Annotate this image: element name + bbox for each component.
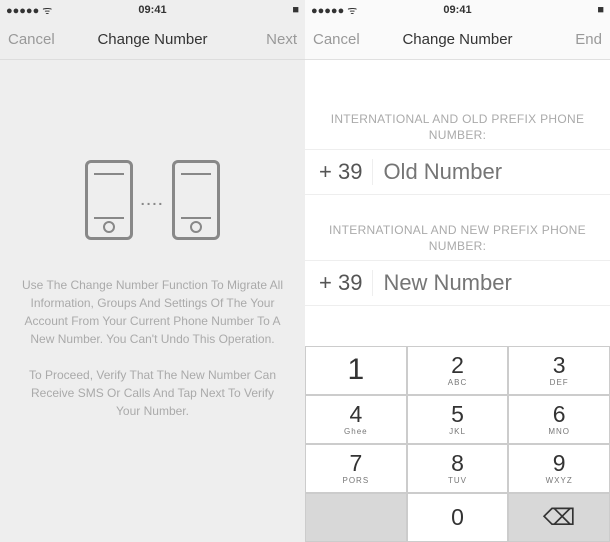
battery-icon: ■	[534, 4, 604, 16]
keypad-key-3[interactable]: 3DEF	[508, 346, 610, 395]
old-number-row: + 39	[305, 149, 610, 195]
new-number-label: INTERNATIONAL AND NEW PREFIX PHONE NUMBE…	[305, 223, 610, 254]
keypad-key-0[interactable]: 0	[407, 493, 509, 542]
keypad-key-2[interactable]: 2ABC	[407, 346, 509, 395]
keypad-key-delete[interactable]: ⌫	[508, 493, 610, 542]
keypad-key-4[interactable]: 4Ghee	[305, 395, 407, 444]
keypad-key-1[interactable]: 1	[305, 346, 407, 395]
screen-change-number-intro: ●●●●● ᯤ 09:41 ■ Cancel Change Number Nex…	[0, 0, 305, 542]
phone-icon	[85, 160, 133, 240]
screen-change-number-form: ●●●●● ᯤ 09:41 ■ Cancel Change Number End…	[305, 0, 610, 542]
phone-icon	[172, 160, 220, 240]
status-bar: ●●●●● ᯤ 09:41 ■	[305, 0, 610, 20]
signal-icon: ●●●●● ᯤ	[6, 3, 76, 18]
nav-bar: Cancel Change Number Next	[0, 20, 305, 60]
description-text-1: Use The Change Number Function To Migrat…	[0, 276, 305, 348]
dots-icon: ....	[141, 192, 165, 208]
cancel-button[interactable]: Cancel	[313, 31, 373, 48]
phone-transfer-illustration: ....	[85, 160, 221, 240]
numeric-keypad: 1 2ABC 3DEF 4Ghee 5JKL 6MNO 7PORS 8TUV 9…	[305, 346, 610, 542]
nav-title: Change Number	[97, 31, 207, 48]
keypad-key-6[interactable]: 6MNO	[508, 395, 610, 444]
new-prefix[interactable]: + 39	[319, 270, 373, 296]
signal-icon: ●●●●● ᯤ	[311, 3, 381, 18]
old-prefix[interactable]: + 39	[319, 159, 373, 185]
keypad-key-blank	[305, 493, 407, 542]
new-number-input[interactable]	[383, 270, 610, 296]
description-text-2: To Proceed, Verify That The New Number C…	[0, 366, 305, 420]
nav-title: Change Number	[402, 31, 512, 48]
keypad-key-7[interactable]: 7PORS	[305, 444, 407, 493]
status-bar: ●●●●● ᯤ 09:41 ■	[0, 0, 305, 20]
status-time: 09:41	[138, 4, 166, 16]
next-button[interactable]: Next	[237, 31, 297, 48]
nav-bar: Cancel Change Number End	[305, 20, 610, 60]
old-number-input[interactable]	[383, 159, 610, 185]
keypad-key-9[interactable]: 9WXYZ	[508, 444, 610, 493]
keypad-key-8[interactable]: 8TUV	[407, 444, 509, 493]
battery-icon: ■	[229, 4, 299, 16]
cancel-button[interactable]: Cancel	[8, 31, 68, 48]
form-area: INTERNATIONAL AND OLD PREFIX PHONE NUMBE…	[305, 60, 610, 306]
keypad-key-5[interactable]: 5JKL	[407, 395, 509, 444]
new-number-row: + 39	[305, 260, 610, 306]
status-time: 09:41	[443, 4, 471, 16]
end-button[interactable]: End	[542, 31, 602, 48]
backspace-icon: ⌫	[543, 506, 576, 529]
old-number-label: INTERNATIONAL AND OLD PREFIX PHONE NUMBE…	[305, 112, 610, 143]
intro-content: .... Use The Change Number Function To M…	[0, 60, 305, 420]
